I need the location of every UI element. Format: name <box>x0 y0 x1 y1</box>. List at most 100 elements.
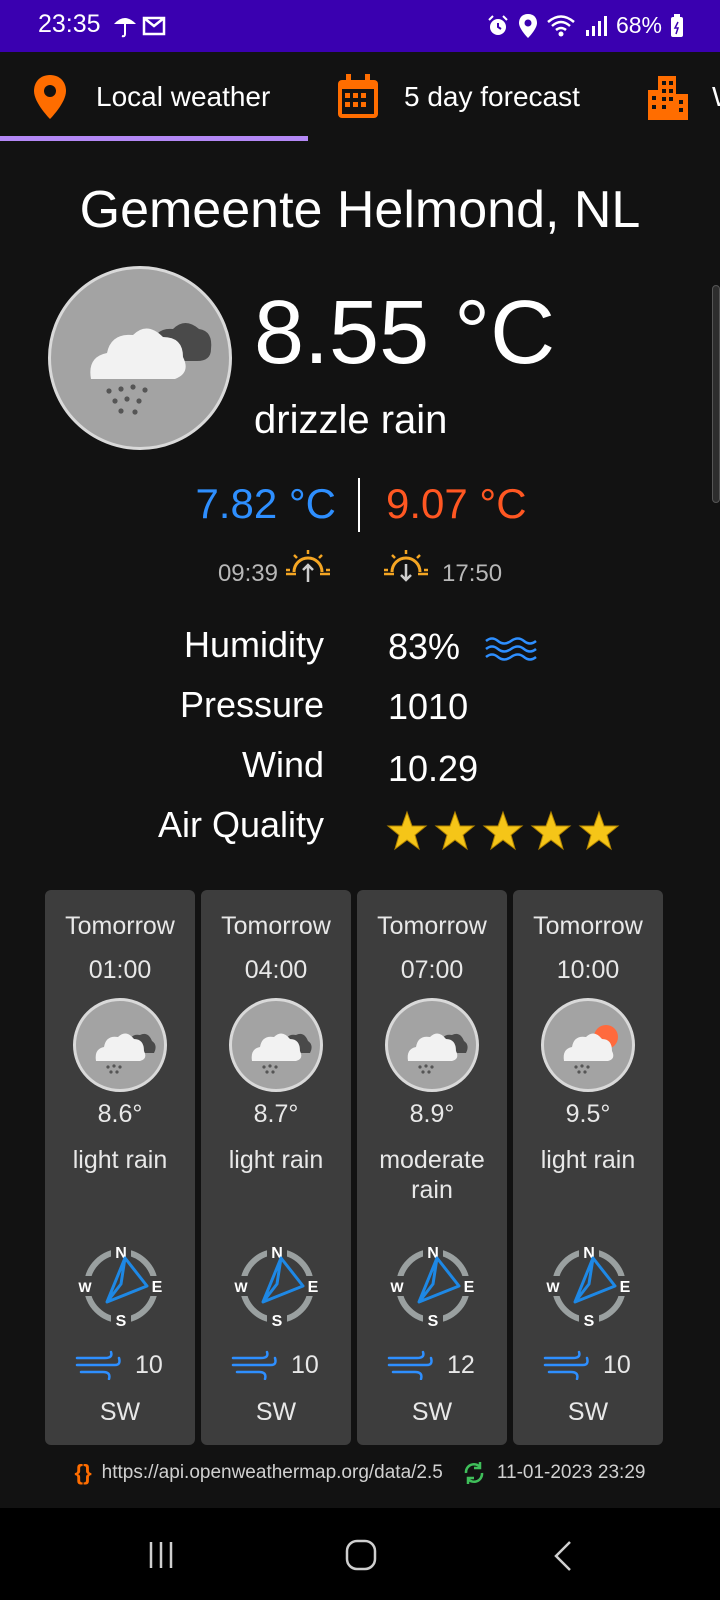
weather-description: drizzle rain <box>254 398 448 442</box>
data-source-footer: {} https://api.openweathermap.org/data/2… <box>0 1460 720 1486</box>
active-tab-indicator <box>0 136 308 141</box>
tab-label: Local weather <box>96 81 271 112</box>
forecast-wind-direction: SW <box>567 1398 609 1426</box>
forecast-temperature: 8.9° <box>409 1100 455 1128</box>
forecast-hour: 01:00 <box>88 956 152 984</box>
pressure-value: 1010 <box>388 686 469 727</box>
tab-label: 5 day forecast <box>404 81 580 112</box>
forecast-temperature: 9.5° <box>565 1100 611 1128</box>
forecast-wind-speed: 10 <box>291 1350 319 1379</box>
humidity-waves-icon <box>485 637 537 661</box>
air-quality-label: Air Quality <box>157 804 324 845</box>
forecast-description: light rain <box>72 1146 168 1174</box>
wind-compass-icon: NSW E <box>545 1244 633 1330</box>
star-icon <box>482 810 524 851</box>
min-temperature: 7.82 °C <box>195 480 336 527</box>
forecast-wind-speed: 12 <box>447 1350 475 1379</box>
svg-text:S: S <box>272 1313 283 1330</box>
svg-text:W: W <box>234 1279 248 1295</box>
svg-text:S: S <box>584 1313 595 1330</box>
battery-percent: 68% <box>615 12 662 38</box>
svg-text:E: E <box>308 1279 319 1296</box>
svg-text:S: S <box>116 1313 127 1330</box>
status-bar: 23:35 68% <box>0 0 720 52</box>
wind-label: Wind <box>241 744 324 785</box>
wind-compass-icon: NSW E <box>77 1244 165 1330</box>
svg-text:E: E <box>620 1279 631 1296</box>
air-quality-rating <box>386 810 620 852</box>
forecast-day: Tomorrow <box>533 912 643 940</box>
location-icon <box>518 13 537 38</box>
api-url: https://api.openweathermap.org/data/2.5 <box>101 1462 443 1483</box>
city-name: Gemeente Helmond, NL <box>79 181 641 239</box>
star-icon <box>530 810 572 851</box>
wind-icon <box>387 1350 433 1380</box>
tab-5-day-forecast[interactable]: 5 day forecast <box>336 52 580 142</box>
forecast-wind: 10 <box>231 1350 319 1380</box>
forecast-wind-speed: 10 <box>603 1350 631 1379</box>
city-icon <box>648 76 688 120</box>
forecast-description: light rain <box>228 1146 324 1174</box>
forecast-card[interactable]: Tomorrow 10:00 9.5° light rain N S W E 10 SW <box>513 890 663 1445</box>
humidity-value: 83% <box>388 626 461 667</box>
alarm-icon <box>488 14 508 35</box>
humidity-label: Humidity <box>183 624 324 665</box>
forecast-wind: 12 <box>387 1350 475 1380</box>
forecast-wind-direction: SW <box>255 1398 297 1426</box>
rain-cloud-icon <box>48 266 232 450</box>
notification-icons <box>112 12 172 43</box>
forecast-temperature: 8.6° <box>97 1100 143 1128</box>
forecast-day: Tomorrow <box>65 912 175 940</box>
recent-apps-icon[interactable] <box>146 1540 176 1570</box>
forecast-card[interactable]: Tomorrow 07:00 8.9° moderate rain N S W E 12 SW <box>357 890 507 1445</box>
max-temperature: 9.07 °C <box>386 480 527 527</box>
status-time: 23:35 <box>38 10 101 38</box>
sunrise-icon <box>286 550 330 582</box>
forecast-day: Tomorrow <box>221 912 331 940</box>
battery-icon <box>671 13 683 37</box>
forecast-card[interactable]: Tomorrow 01:00 8.6° light rain N S W E 10 SW <box>45 890 195 1445</box>
rain-cloud-icon <box>385 998 479 1092</box>
svg-text:W: W <box>78 1279 92 1295</box>
forecast-wind-speed: 10 <box>135 1350 163 1379</box>
temperature-divider <box>358 478 360 532</box>
forecast-card[interactable]: Tomorrow 04:00 8.7° light rain N S W E 10 SW <box>201 890 351 1445</box>
wind-icon <box>231 1350 277 1380</box>
umbrella-icon <box>114 16 166 38</box>
svg-text:S: S <box>428 1313 439 1330</box>
star-icon <box>578 810 620 851</box>
refresh-icon[interactable] <box>461 1460 487 1486</box>
svg-text:W: W <box>546 1279 560 1295</box>
wind-compass-icon: NSW E <box>233 1244 321 1330</box>
forecast-day: Tomorrow <box>377 912 487 940</box>
forecast-description: moderate rain <box>379 1146 485 1204</box>
svg-text:E: E <box>152 1279 163 1296</box>
signal-icon <box>585 15 607 36</box>
scrollbar-thumb[interactable] <box>712 285 720 503</box>
last-updated: 11-01-2023 23:29 <box>496 1462 646 1483</box>
back-icon[interactable] <box>552 1540 574 1572</box>
forecast-wind-direction: SW <box>99 1398 141 1426</box>
wind-value: 10.29 <box>388 748 479 789</box>
forecast-description: light rain <box>540 1146 636 1174</box>
forecast-hour: 07:00 <box>400 956 464 984</box>
tab-city[interactable]: W <box>646 52 720 142</box>
tab-local-weather[interactable]: Local weather <box>32 52 270 142</box>
home-icon[interactable] <box>344 1538 378 1572</box>
system-nav-bar <box>0 1508 720 1600</box>
star-icon <box>386 810 428 851</box>
wind-icon <box>75 1350 121 1380</box>
sunset-time: 17:50 <box>442 560 503 587</box>
current-temperature: 8.55 °C <box>254 283 556 383</box>
sun-rain-cloud-icon <box>541 998 635 1092</box>
gmail-icon <box>142 16 166 36</box>
wind-icon <box>543 1350 589 1380</box>
forecast-hour: 10:00 <box>556 956 620 984</box>
sunset-icon <box>384 550 428 582</box>
forecast-wind-direction: SW <box>411 1398 453 1426</box>
wind-compass-icon: NSW E <box>389 1244 477 1330</box>
tab-label: W <box>712 81 720 113</box>
svg-text:E: E <box>464 1279 475 1296</box>
calendar-icon <box>338 74 378 118</box>
star-icon <box>434 810 476 851</box>
